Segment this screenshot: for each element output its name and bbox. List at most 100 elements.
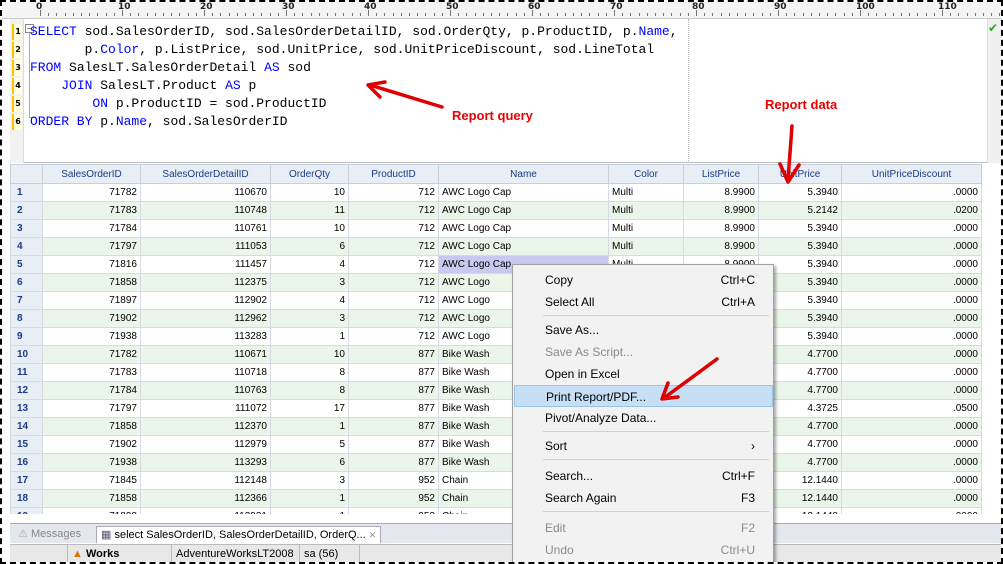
- table-cell[interactable]: 71845: [42, 471, 141, 490]
- editor-scrollbar[interactable]: ✔: [987, 19, 1001, 163]
- table-cell[interactable]: 71858: [42, 273, 141, 292]
- table-cell[interactable]: 5.3940: [758, 183, 842, 202]
- table-row[interactable]: 9 71938 113283 1 712 AWC Logo 5.3940.0000: [10, 327, 982, 346]
- table-cell[interactable]: 712: [348, 273, 439, 292]
- table-cell[interactable]: .0500: [841, 399, 982, 418]
- table-cell[interactable]: 10: [270, 183, 349, 202]
- table-cell[interactable]: .0000: [841, 435, 982, 454]
- table-cell[interactable]: 71858: [42, 489, 141, 508]
- table-cell[interactable]: 71784: [42, 381, 141, 400]
- column-header[interactable]: UnitPriceDiscount: [841, 164, 982, 184]
- menu-item-select-all[interactable]: Select All Ctrl+A: [514, 291, 773, 313]
- table-row[interactable]: 10 71782 110671 10 877 Bike Wash 4.7700.0000: [10, 345, 982, 364]
- table-cell[interactable]: 5: [270, 435, 349, 454]
- table-row[interactable]: 1 71782 110670 10 712 AWC Logo Cap Multi 8.9900…: [10, 183, 982, 202]
- sql-editor[interactable]: 123456 − SELECT sod.SalesOrderID, sod.Sa…: [10, 19, 1001, 163]
- column-header[interactable]: SalesOrderDetailID: [140, 164, 271, 184]
- results-grid[interactable]: SalesOrderID SalesOrderDetailID OrderQty Pr…: [10, 164, 1001, 514]
- tab-result[interactable]: ▦ select SalesOrderID, SalesOrderDetailI…: [96, 526, 382, 543]
- tab-messages[interactable]: ⚠ Messages: [14, 526, 85, 543]
- table-cell[interactable]: 877: [348, 399, 439, 418]
- row-number[interactable]: 13: [10, 399, 43, 418]
- table-cell[interactable]: 877: [348, 453, 439, 472]
- table-cell[interactable]: Multi: [608, 237, 684, 256]
- row-number[interactable]: 3: [10, 219, 43, 238]
- table-cell[interactable]: 113293: [140, 453, 271, 472]
- table-cell[interactable]: 8.9900: [683, 201, 759, 220]
- table-cell[interactable]: .0000: [841, 183, 982, 202]
- table-cell[interactable]: 1: [270, 417, 349, 436]
- code-line[interactable]: SELECT sod.SalesOrderID, sod.SalesOrderD…: [30, 23, 678, 41]
- table-cell[interactable]: 71816: [42, 255, 141, 274]
- table-cell[interactable]: 71902: [42, 435, 141, 454]
- code-line[interactable]: JOIN SalesLT.Product AS p: [30, 77, 256, 95]
- table-row[interactable]: 14 71858 112370 1 877 Bike Wash 4.7700.0000: [10, 417, 982, 436]
- table-cell[interactable]: AWC Logo Cap: [438, 201, 609, 220]
- table-cell[interactable]: 112375: [140, 273, 271, 292]
- table-cell[interactable]: .0000: [841, 345, 982, 364]
- table-row[interactable]: 11 71783 110718 8 877 Bike Wash 4.7700.0000: [10, 363, 982, 382]
- column-header[interactable]: Color: [608, 164, 684, 184]
- table-cell[interactable]: Multi: [608, 219, 684, 238]
- row-number[interactable]: 2: [10, 201, 43, 220]
- table-cell[interactable]: 877: [348, 381, 439, 400]
- table-cell[interactable]: 1: [270, 507, 349, 514]
- table-cell[interactable]: .0000: [841, 507, 982, 514]
- table-cell[interactable]: 112366: [140, 489, 271, 508]
- table-cell[interactable]: .0000: [841, 273, 982, 292]
- table-cell[interactable]: 6: [270, 237, 349, 256]
- table-cell[interactable]: 71784: [42, 219, 141, 238]
- row-number[interactable]: 5: [10, 255, 43, 274]
- table-cell[interactable]: .0000: [841, 363, 982, 382]
- table-cell[interactable]: 712: [348, 201, 439, 220]
- table-cell[interactable]: AWC Logo Cap: [438, 237, 609, 256]
- menu-item-pivot-analyze-data[interactable]: Pivot/Analyze Data...: [514, 407, 773, 429]
- row-number[interactable]: 19: [10, 507, 43, 514]
- table-cell[interactable]: 17: [270, 399, 349, 418]
- table-cell[interactable]: 71897: [42, 291, 141, 310]
- table-cell[interactable]: 4: [270, 291, 349, 310]
- table-cell[interactable]: 110748: [140, 201, 271, 220]
- table-row[interactable]: 12 71784 110763 8 877 Bike Wash 4.7700.0000: [10, 381, 982, 400]
- table-cell[interactable]: 712: [348, 255, 439, 274]
- column-header[interactable]: OrderQty: [270, 164, 349, 184]
- code-line[interactable]: ORDER BY p.Name, sod.SalesOrderID: [30, 113, 287, 131]
- table-cell[interactable]: 112931: [140, 507, 271, 514]
- table-cell[interactable]: 1: [270, 327, 349, 346]
- column-header[interactable]: SalesOrderID: [42, 164, 141, 184]
- table-row[interactable]: 15 71902 112979 5 877 Bike Wash 4.7700.0000: [10, 435, 982, 454]
- table-cell[interactable]: 8: [270, 363, 349, 382]
- table-cell[interactable]: .0000: [841, 237, 982, 256]
- table-cell[interactable]: 5.3940: [758, 219, 842, 238]
- menu-item-print-report-pdf[interactable]: Print Report/PDF...: [514, 385, 773, 407]
- table-cell[interactable]: 112370: [140, 417, 271, 436]
- table-cell[interactable]: 71898: [42, 507, 141, 514]
- table-cell[interactable]: 1: [270, 489, 349, 508]
- menu-item-undo[interactable]: Undo Ctrl+U: [514, 539, 773, 561]
- table-cell[interactable]: 71858: [42, 417, 141, 436]
- table-cell[interactable]: 10: [270, 345, 349, 364]
- row-number[interactable]: 18: [10, 489, 43, 508]
- code-line[interactable]: ON p.ProductID = sod.ProductID: [30, 95, 326, 113]
- row-number[interactable]: 7: [10, 291, 43, 310]
- table-cell[interactable]: 5.2142: [758, 201, 842, 220]
- table-cell[interactable]: 110671: [140, 345, 271, 364]
- table-cell[interactable]: 71783: [42, 201, 141, 220]
- table-cell[interactable]: 110761: [140, 219, 271, 238]
- table-row[interactable]: 4 71797 111053 6 712 AWC Logo Cap Multi 8.9900 5…: [10, 237, 982, 256]
- table-cell[interactable]: 3: [270, 273, 349, 292]
- table-cell[interactable]: 71782: [42, 183, 141, 202]
- table-row[interactable]: 2 71783 110748 11 712 AWC Logo Cap Multi 8.9900…: [10, 201, 982, 220]
- table-cell[interactable]: 11: [270, 201, 349, 220]
- row-number[interactable]: 8: [10, 309, 43, 328]
- menu-item-save-as[interactable]: Save As...: [514, 319, 773, 341]
- menu-item-copy[interactable]: Copy Ctrl+C: [514, 269, 773, 291]
- table-cell[interactable]: 712: [348, 237, 439, 256]
- row-number[interactable]: 1: [10, 183, 43, 202]
- table-cell[interactable]: .0000: [841, 291, 982, 310]
- table-cell[interactable]: 8.9900: [683, 219, 759, 238]
- table-row[interactable]: 5718161114574712AWC Logo CapMulti8.99005…: [10, 255, 982, 274]
- menu-item-edit[interactable]: Edit F2: [514, 517, 773, 539]
- table-cell[interactable]: .0000: [841, 381, 982, 400]
- table-cell[interactable]: 112902: [140, 291, 271, 310]
